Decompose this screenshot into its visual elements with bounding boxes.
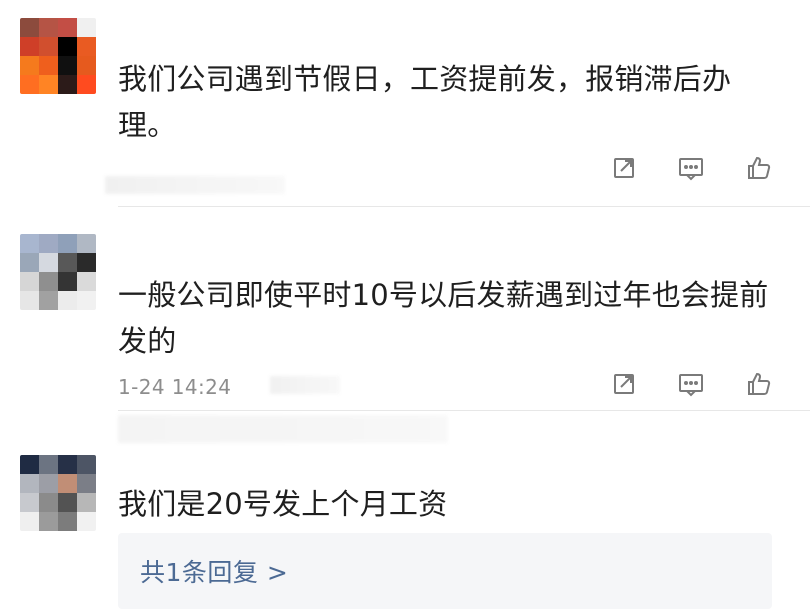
comment-item: 我们公司遇到节假日，工资提前发，报销滞后办理。 [0,0,810,210]
username[interactable] [118,453,358,481]
avatar[interactable] [20,455,96,531]
reply-icon[interactable] [673,366,709,402]
faded-meta [270,376,340,394]
like-icon[interactable] [740,150,776,186]
comment-actions [606,148,776,188]
avatar[interactable] [20,234,96,310]
avatar[interactable] [20,18,96,94]
reply-summary-box[interactable]: 共1条回复 > [118,533,772,609]
comment-divider [118,206,810,207]
comment-actions [606,364,776,404]
reply-icon[interactable] [673,150,709,186]
share-icon[interactable] [606,366,642,402]
reply-summary-link[interactable]: 共1条回复 > [140,553,288,589]
comment-text: 我们公司遇到节假日，工资提前发，报销滞后办理。 [118,62,732,142]
like-icon[interactable] [740,366,776,402]
comment-divider [118,410,810,411]
comment-item: 一般公司即使平时10号以后发薪遇到过年也会提前发的 1-24 14:24 [0,212,810,443]
username[interactable] [118,0,358,28]
timestamp: 1-24 14:24 [118,375,232,399]
share-icon[interactable] [606,150,642,186]
comment-item: 我们是20号发上个月工资 共1条回复 > [0,425,810,615]
username[interactable] [118,238,358,266]
comment-text: 我们是20号发上个月工资 [118,487,448,521]
faded-meta [105,176,285,194]
comment-text: 一般公司即使平时10号以后发薪遇到过年也会提前发的 [118,278,769,358]
